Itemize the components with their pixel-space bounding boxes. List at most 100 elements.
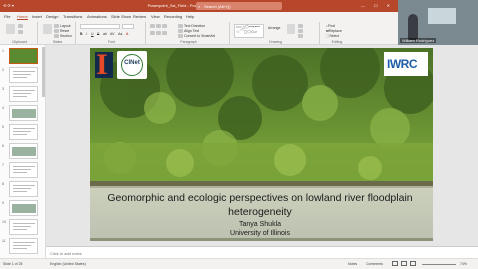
- thumbnail-text-line: [13, 96, 27, 97]
- shapes-gallery[interactable]: ▭○△⬠⟶⟵ ☆⌒▢⬡◇▱: [234, 24, 264, 38]
- slide-thumbnail[interactable]: [9, 67, 38, 83]
- slide-thumbnail[interactable]: [9, 105, 38, 121]
- reading-view-icon[interactable]: [410, 261, 416, 266]
- thumbnails-scrollbar[interactable]: [42, 47, 45, 97]
- font-family-select[interactable]: [80, 24, 120, 29]
- thumbnail-text-line: [13, 93, 31, 94]
- thumbnail-text-line: [13, 226, 31, 227]
- group-label: Paragraph: [180, 40, 197, 44]
- thumbnail-text-line: [13, 90, 35, 91]
- tab-animations[interactable]: Animations: [87, 14, 107, 19]
- new-slide-icon[interactable]: [43, 24, 52, 34]
- slide-thumbnails-pane[interactable]: 1 2 3 4 5 6 7 8 9 10 11: [0, 45, 46, 258]
- notes-pane[interactable]: Click to add notes: [46, 246, 478, 258]
- underline-button[interactable]: U: [91, 32, 94, 36]
- iwrc-logo: IWRC: [384, 52, 428, 76]
- group-drawing: ▭○△⬠⟶⟵ ☆⌒▢⬡◇▱ Arrange Drawing: [232, 22, 320, 44]
- indent-icon: [162, 24, 167, 29]
- language-indicator[interactable]: English (United States): [50, 262, 86, 266]
- slide-thumbnail[interactable]: [9, 48, 38, 64]
- group-font: B I U S ab AV Aa A Font: [78, 22, 146, 44]
- slide-thumbnail[interactable]: [9, 162, 38, 178]
- notes-toggle[interactable]: Notes: [348, 262, 357, 266]
- slide-thumbnail[interactable]: [9, 143, 38, 159]
- replace-button[interactable]: ⇄Replace: [326, 29, 342, 33]
- search-box[interactable]: ⌕ Search (Alt+Q): [196, 2, 282, 10]
- video-room-screen: [428, 8, 456, 24]
- copy-button[interactable]: [18, 30, 24, 35]
- slide-affiliation[interactable]: University of Illinois: [100, 230, 420, 237]
- section-button[interactable]: Section: [54, 34, 72, 39]
- thumbnail-text-line: [13, 169, 31, 170]
- layout-button[interactable]: Layout: [54, 24, 71, 29]
- slide-thumbnail[interactable]: [9, 124, 38, 140]
- tab-recording[interactable]: Recording: [164, 14, 182, 19]
- text-direction-button[interactable]: Text Direction: [178, 24, 205, 29]
- notes-placeholder: Click to add notes: [50, 251, 82, 256]
- spacing-button[interactable]: AV: [110, 32, 114, 36]
- font-size-select[interactable]: [122, 24, 134, 29]
- select-button[interactable]: ⬚Select: [326, 34, 339, 38]
- cinet-logo-text: CINet: [124, 60, 140, 66]
- illinois-logo: I: [95, 48, 113, 81]
- zoom-level[interactable]: 74%: [460, 262, 467, 266]
- bullets-button[interactable]: [150, 24, 168, 29]
- thumbnail-text-line: [13, 185, 35, 186]
- smartart-button[interactable]: Convert to SmartArt: [178, 34, 215, 39]
- thumbnail-number: 6: [2, 144, 4, 148]
- group-editing: ⌕Find ⇄Replace ⬚Select Editing: [322, 22, 352, 44]
- quick-styles-icon[interactable]: [287, 24, 295, 34]
- thumbnail-text-line: [13, 229, 27, 230]
- reset-button[interactable]: Reset: [54, 29, 69, 34]
- shape-effects-button[interactable]: [298, 34, 304, 39]
- tab-design[interactable]: Design: [46, 14, 58, 19]
- window-controls[interactable]: — ☐ ✕: [361, 3, 394, 8]
- normal-view-icon[interactable]: [392, 261, 398, 266]
- shape-fill-button[interactable]: [298, 24, 304, 29]
- bold-button[interactable]: B: [80, 32, 83, 36]
- sorter-view-icon[interactable]: [401, 261, 407, 266]
- align-buttons[interactable]: [150, 31, 168, 36]
- align-center-icon: [156, 31, 161, 36]
- copy-icon: [18, 30, 23, 35]
- align-text-button[interactable]: Align Text: [178, 29, 199, 34]
- tab-insert[interactable]: Insert: [32, 14, 42, 19]
- tab-review[interactable]: Review: [133, 14, 146, 19]
- comments-toggle[interactable]: Comments: [366, 262, 383, 266]
- slide-thumbnail[interactable]: [9, 86, 38, 102]
- tab-slide-show[interactable]: Slide Show: [111, 14, 131, 19]
- slide-thumbnail[interactable]: [9, 219, 38, 235]
- slide-thumbnail[interactable]: [9, 181, 38, 197]
- slide-thumbnail[interactable]: [9, 200, 38, 216]
- slide-canvas[interactable]: I CINet IWRC Geomorphic and ecologic per…: [46, 45, 478, 258]
- find-button[interactable]: ⌕Find: [326, 24, 335, 28]
- paste-icon[interactable]: [6, 24, 15, 34]
- zoom-slider[interactable]: [422, 264, 456, 265]
- shadow-button[interactable]: ab: [103, 32, 107, 36]
- tab-view[interactable]: View: [151, 14, 160, 19]
- slide-title[interactable]: Geomorphic and ecologic perspectives on …: [100, 191, 420, 219]
- group-label: Clipboard: [12, 40, 27, 44]
- group-label: Editing: [331, 40, 343, 44]
- cinet-logo: CINet: [117, 51, 147, 79]
- tab-transitions[interactable]: Transitions: [63, 14, 82, 19]
- strikethrough-button[interactable]: S: [97, 32, 99, 36]
- case-button[interactable]: Aa: [118, 32, 122, 36]
- arrange-button[interactable]: Arrange: [268, 26, 280, 30]
- cut-button[interactable]: [18, 24, 24, 29]
- slide-1[interactable]: I CINet IWRC Geomorphic and ecologic per…: [90, 48, 433, 241]
- thumbnail-text-line: [13, 245, 31, 246]
- numbering-icon: [156, 24, 161, 29]
- effects-icon: [298, 34, 303, 39]
- thumbnail-image: [12, 147, 36, 156]
- tab-file[interactable]: File: [4, 14, 10, 19]
- thumbnail-number: 9: [2, 201, 4, 205]
- italic-button[interactable]: I: [86, 32, 87, 36]
- quick-access-toolbar[interactable]: ⟲ ⟳ ▾: [3, 3, 14, 8]
- tab-help[interactable]: Help: [186, 14, 194, 19]
- shape-outline-button[interactable]: [298, 29, 304, 34]
- layout-icon: [54, 24, 59, 29]
- slide-thumbnail[interactable]: [9, 238, 38, 254]
- slide-author[interactable]: Tanya Shukla: [100, 221, 420, 228]
- font-color-button[interactable]: A: [126, 32, 128, 36]
